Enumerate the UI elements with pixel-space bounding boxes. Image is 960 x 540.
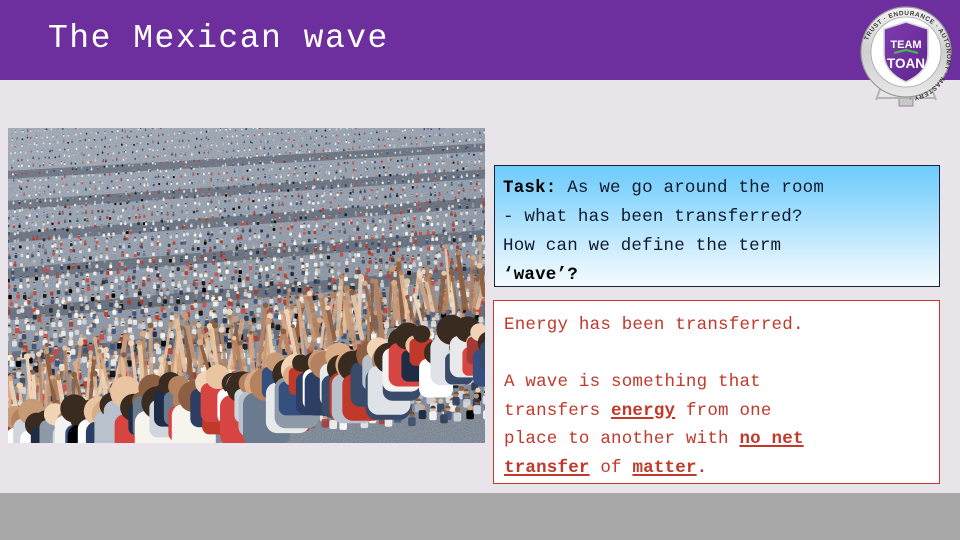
crowd-photo — [8, 128, 485, 443]
task-question-box: Task: As we go around the room - what has… — [494, 165, 940, 287]
answer-definition-box: Energy has been transferred. A wave is so… — [493, 300, 940, 484]
answer-definition-text: Energy has been transferred. A wave is so… — [504, 315, 804, 478]
page-title: The Mexican wave — [48, 20, 389, 57]
team-toan-logo: TRUST · ENDURANCE · AUTONOMY · MASTERY ·… — [852, 2, 960, 110]
slide-footer-bar — [0, 493, 960, 540]
logo-toan-text: TOAN — [887, 56, 925, 71]
task-question-text: Task: As we go around the room - what has… — [503, 178, 825, 285]
